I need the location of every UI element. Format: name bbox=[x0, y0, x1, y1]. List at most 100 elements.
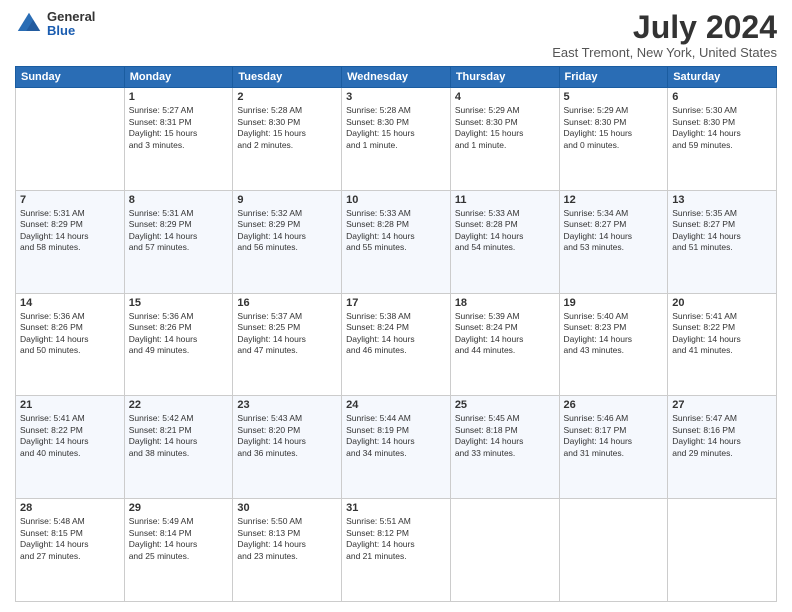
cell-content: Sunrise: 5:36 AMSunset: 8:26 PMDaylight:… bbox=[20, 311, 120, 357]
calendar-cell: 18 Sunrise: 5:39 AMSunset: 8:24 PMDayligh… bbox=[450, 293, 559, 396]
title-block: July 2024 East Tremont, New York, United… bbox=[552, 10, 777, 60]
day-number: 31 bbox=[346, 502, 446, 514]
day-number: 19 bbox=[564, 297, 664, 309]
day-number: 5 bbox=[564, 91, 664, 103]
day-number: 9 bbox=[237, 194, 337, 206]
header: General Blue July 2024 East Tremont, New… bbox=[15, 10, 777, 60]
calendar-cell: 3 Sunrise: 5:28 AMSunset: 8:30 PMDaylight… bbox=[342, 88, 451, 191]
calendar-cell: 26Sunrise: 5:46 AMSunset: 8:17 PMDayligh… bbox=[559, 396, 668, 499]
day-number: 29 bbox=[129, 502, 229, 514]
cell-content: Sunrise: 5:29 AMSunset: 8:30 PMDaylight:… bbox=[564, 105, 664, 151]
calendar-week-5: 28Sunrise: 5:48 AMSunset: 8:15 PMDayligh… bbox=[16, 499, 777, 602]
calendar-cell: 6 Sunrise: 5:30 AMSunset: 8:30 PMDaylight… bbox=[668, 88, 777, 191]
cell-content: Sunrise: 5:51 AMSunset: 8:12 PMDaylight:… bbox=[346, 516, 446, 562]
calendar-cell: 29Sunrise: 5:49 AMSunset: 8:14 PMDayligh… bbox=[124, 499, 233, 602]
day-number: 3 bbox=[346, 91, 446, 103]
calendar-week-2: 7Sunrise: 5:31 AMSunset: 8:29 PMDaylight… bbox=[16, 190, 777, 293]
day-number: 23 bbox=[237, 399, 337, 411]
day-number: 20 bbox=[672, 297, 772, 309]
calendar-cell: 5 Sunrise: 5:29 AMSunset: 8:30 PMDaylight… bbox=[559, 88, 668, 191]
cell-content: Sunrise: 5:32 AMSunset: 8:29 PMDaylight:… bbox=[237, 208, 337, 254]
logo-blue-text: Blue bbox=[47, 24, 95, 38]
logo-text: General Blue bbox=[47, 10, 95, 39]
calendar-cell: 7Sunrise: 5:31 AMSunset: 8:29 PMDaylight… bbox=[16, 190, 125, 293]
day-number: 24 bbox=[346, 399, 446, 411]
cell-content: Sunrise: 5:34 AMSunset: 8:27 PMDaylight:… bbox=[564, 208, 664, 254]
day-number: 21 bbox=[20, 399, 120, 411]
cell-content: Sunrise: 5:39 AMSunset: 8:24 PMDaylight:… bbox=[455, 311, 555, 357]
cell-content: Sunrise: 5:47 AMSunset: 8:16 PMDaylight:… bbox=[672, 413, 772, 459]
day-number: 1 bbox=[129, 91, 229, 103]
calendar-cell bbox=[16, 88, 125, 191]
day-number: 13 bbox=[672, 194, 772, 206]
calendar-cell: 14 Sunrise: 5:36 AMSunset: 8:26 PMDayligh… bbox=[16, 293, 125, 396]
day-number: 11 bbox=[455, 194, 555, 206]
calendar-week-1: 1 Sunrise: 5:27 AMSunset: 8:31 PMDaylight… bbox=[16, 88, 777, 191]
day-number: 17 bbox=[346, 297, 446, 309]
day-number: 8 bbox=[129, 194, 229, 206]
cell-content: Sunrise: 5:40 AMSunset: 8:23 PMDaylight:… bbox=[564, 311, 664, 357]
cell-content: Sunrise: 5:43 AMSunset: 8:20 PMDaylight:… bbox=[237, 413, 337, 459]
day-number: 10 bbox=[346, 194, 446, 206]
calendar-cell bbox=[559, 499, 668, 602]
day-number: 27 bbox=[672, 399, 772, 411]
calendar-cell: 12Sunrise: 5:34 AMSunset: 8:27 PMDayligh… bbox=[559, 190, 668, 293]
cell-content: Sunrise: 5:36 AMSunset: 8:26 PMDaylight:… bbox=[129, 311, 229, 357]
calendar-cell: 19 Sunrise: 5:40 AMSunset: 8:23 PMDayligh… bbox=[559, 293, 668, 396]
col-monday: Monday bbox=[124, 67, 233, 88]
calendar-cell bbox=[450, 499, 559, 602]
calendar-cell: 10 Sunrise: 5:33 AMSunset: 8:28 PMDayligh… bbox=[342, 190, 451, 293]
col-thursday: Thursday bbox=[450, 67, 559, 88]
calendar-cell: 1 Sunrise: 5:27 AMSunset: 8:31 PMDaylight… bbox=[124, 88, 233, 191]
col-saturday: Saturday bbox=[668, 67, 777, 88]
calendar-cell: 21 Sunrise: 5:41 AMSunset: 8:22 PMDayligh… bbox=[16, 396, 125, 499]
cell-content: Sunrise: 5:37 AMSunset: 8:25 PMDaylight:… bbox=[237, 311, 337, 357]
cell-content: Sunrise: 5:28 AMSunset: 8:30 PMDaylight:… bbox=[346, 105, 446, 151]
cell-content: Sunrise: 5:27 AMSunset: 8:31 PMDaylight:… bbox=[129, 105, 229, 151]
calendar-cell: 4Sunrise: 5:29 AMSunset: 8:30 PMDaylight… bbox=[450, 88, 559, 191]
subtitle: East Tremont, New York, United States bbox=[552, 45, 777, 60]
calendar-cell: 17Sunrise: 5:38 AMSunset: 8:24 PMDayligh… bbox=[342, 293, 451, 396]
calendar-cell: 2 Sunrise: 5:28 AMSunset: 8:30 PMDaylight… bbox=[233, 88, 342, 191]
day-number: 6 bbox=[672, 91, 772, 103]
cell-content: Sunrise: 5:30 AMSunset: 8:30 PMDaylight:… bbox=[672, 105, 772, 151]
calendar-table: Sunday Monday Tuesday Wednesday Thursday… bbox=[15, 66, 777, 602]
logo: General Blue bbox=[15, 10, 95, 39]
col-sunday: Sunday bbox=[16, 67, 125, 88]
calendar-header-row: Sunday Monday Tuesday Wednesday Thursday… bbox=[16, 67, 777, 88]
day-number: 22 bbox=[129, 399, 229, 411]
day-number: 26 bbox=[564, 399, 664, 411]
cell-content: Sunrise: 5:48 AMSunset: 8:15 PMDaylight:… bbox=[20, 516, 120, 562]
calendar-cell: 27 Sunrise: 5:47 AMSunset: 8:16 PMDayligh… bbox=[668, 396, 777, 499]
day-number: 18 bbox=[455, 297, 555, 309]
cell-content: Sunrise: 5:41 AMSunset: 8:22 PMDaylight:… bbox=[20, 413, 120, 459]
logo-icon bbox=[15, 10, 43, 38]
cell-content: Sunrise: 5:28 AMSunset: 8:30 PMDaylight:… bbox=[237, 105, 337, 151]
calendar-cell: 13 Sunrise: 5:35 AMSunset: 8:27 PMDayligh… bbox=[668, 190, 777, 293]
cell-content: Sunrise: 5:42 AMSunset: 8:21 PMDaylight:… bbox=[129, 413, 229, 459]
calendar-week-3: 14 Sunrise: 5:36 AMSunset: 8:26 PMDayligh… bbox=[16, 293, 777, 396]
calendar-cell: 8 Sunrise: 5:31 AMSunset: 8:29 PMDaylight… bbox=[124, 190, 233, 293]
col-wednesday: Wednesday bbox=[342, 67, 451, 88]
cell-content: Sunrise: 5:33 AMSunset: 8:28 PMDaylight:… bbox=[346, 208, 446, 254]
calendar-cell bbox=[668, 499, 777, 602]
calendar-cell: 23 Sunrise: 5:43 AMSunset: 8:20 PMDayligh… bbox=[233, 396, 342, 499]
cell-content: Sunrise: 5:41 AMSunset: 8:22 PMDaylight:… bbox=[672, 311, 772, 357]
day-number: 14 bbox=[20, 297, 120, 309]
calendar-cell: 28Sunrise: 5:48 AMSunset: 8:15 PMDayligh… bbox=[16, 499, 125, 602]
cell-content: Sunrise: 5:45 AMSunset: 8:18 PMDaylight:… bbox=[455, 413, 555, 459]
calendar-week-4: 21 Sunrise: 5:41 AMSunset: 8:22 PMDayligh… bbox=[16, 396, 777, 499]
day-number: 15 bbox=[129, 297, 229, 309]
cell-content: Sunrise: 5:35 AMSunset: 8:27 PMDaylight:… bbox=[672, 208, 772, 254]
day-number: 16 bbox=[237, 297, 337, 309]
cell-content: Sunrise: 5:31 AMSunset: 8:29 PMDaylight:… bbox=[129, 208, 229, 254]
logo-general-text: General bbox=[47, 10, 95, 24]
calendar-cell: 11Sunrise: 5:33 AMSunset: 8:28 PMDayligh… bbox=[450, 190, 559, 293]
calendar-cell: 25 Sunrise: 5:45 AMSunset: 8:18 PMDayligh… bbox=[450, 396, 559, 499]
col-friday: Friday bbox=[559, 67, 668, 88]
page: General Blue July 2024 East Tremont, New… bbox=[0, 0, 792, 612]
day-number: 2 bbox=[237, 91, 337, 103]
day-number: 25 bbox=[455, 399, 555, 411]
calendar-cell: 22 Sunrise: 5:42 AMSunset: 8:21 PMDayligh… bbox=[124, 396, 233, 499]
main-title: July 2024 bbox=[552, 10, 777, 45]
